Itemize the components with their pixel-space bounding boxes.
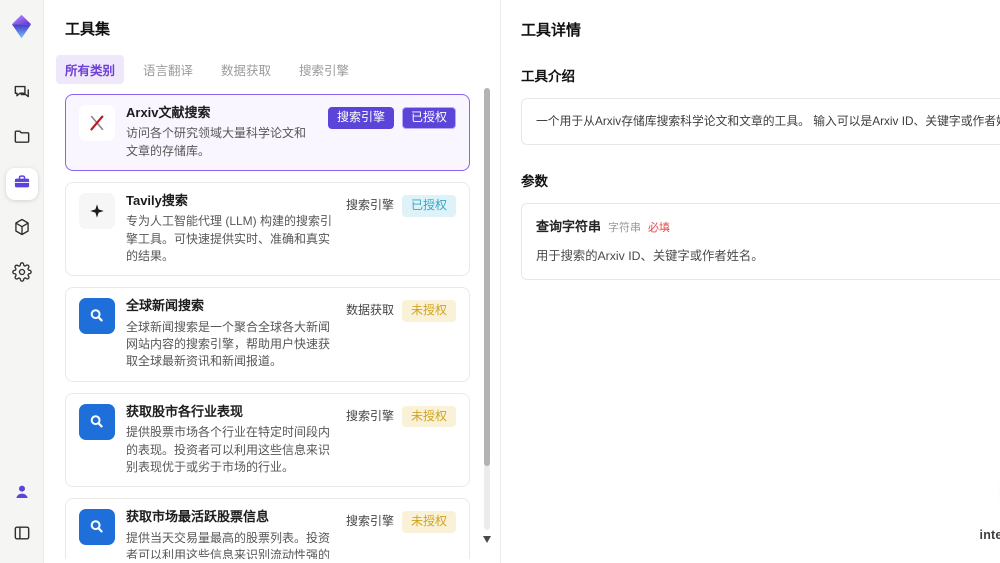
tools-panel: 工具集 所有类别 语言翻译 数据获取 搜索引擎 Arxiv文献搜索 访问各个研究… xyxy=(44,0,500,563)
sidebar-item-user[interactable] xyxy=(6,478,38,510)
param-type: 字符串 xyxy=(608,221,642,234)
params-heading: 参数 xyxy=(521,173,548,189)
tool-card[interactable]: Tavily搜索 专为人工智能代理 (LLM) 构建的搜索引擎工具。可快速提供实… xyxy=(65,182,470,277)
category-tabs: 所有类别 语言翻译 数据获取 搜索引擎 xyxy=(56,55,478,84)
tab-all-categories[interactable]: 所有类别 xyxy=(56,55,125,84)
tool-description: 全球新闻搜索是一个聚合全球各大新闻网站内容的搜索引擎，帮助用户快速获取全球最新资… xyxy=(126,319,331,369)
tab-data-acquisition[interactable]: 数据获取 xyxy=(212,55,280,84)
tool-badges: 搜索引擎 未授权 xyxy=(346,509,456,559)
tool-description: 提供当天交易量最高的股票列表。投资者可以利用这些信息来识别流动性强的股票和潜在的… xyxy=(126,530,331,559)
page-title: 工具集 xyxy=(65,21,111,38)
news-search-icon xyxy=(79,403,115,440)
tool-card[interactable]: Arxiv文献搜索 访问各个研究领域大量科学论文和文章的存储库。 搜索引擎 已授… xyxy=(65,94,470,172)
sidebar-item-collapse[interactable] xyxy=(6,519,38,551)
auth-status-badge: 未授权 xyxy=(401,511,456,533)
sidebar-item-packages[interactable] xyxy=(6,213,38,245)
tool-badges: 搜索引擎 已授权 xyxy=(346,193,456,265)
news-search-icon xyxy=(79,509,115,546)
auth-status-badge: 未授权 xyxy=(401,405,456,428)
tool-name: Arxiv文献搜索 xyxy=(126,105,211,120)
category-badge: 数据获取 xyxy=(345,303,394,318)
param-box: 查询字符串 字符串 必填 用于搜索的Arxiv ID、关键字或作者姓名。 xyxy=(521,202,1000,281)
sidebar-nav xyxy=(5,78,38,290)
tab-search-engine[interactable]: 搜索引擎 xyxy=(290,55,358,84)
briefcase-icon xyxy=(12,172,32,197)
sidebar-item-files[interactable] xyxy=(6,123,38,155)
sidebar xyxy=(0,0,44,563)
details-title: 工具详情 xyxy=(521,22,582,39)
tool-name: 获取股市各行业表现 xyxy=(126,403,244,419)
tool-card[interactable]: 获取股市各行业表现 提供股票市场各个行业在特定时间段内的表现。投资者可以利用这些… xyxy=(65,392,470,488)
app-window: 工具集 所有类别 语言翻译 数据获取 搜索引擎 Arxiv文献搜索 访问各个研究… xyxy=(0,0,1000,563)
app-logo-icon xyxy=(8,13,35,40)
tool-name: Tavily搜索 xyxy=(126,193,188,209)
sidebar-item-tools[interactable] xyxy=(5,168,38,200)
gear-icon xyxy=(11,261,32,287)
category-badge: 搜索引擎 xyxy=(345,198,394,213)
package-icon xyxy=(12,217,32,242)
sidebar-item-settings[interactable] xyxy=(6,258,38,290)
intro-heading: 工具介绍 xyxy=(521,69,575,84)
auth-status-badge: 已授权 xyxy=(401,107,456,129)
tab-language-translation[interactable]: 语言翻译 xyxy=(134,55,202,84)
param-description: 用于搜索的Arxiv ID、关键字或作者姓名。 xyxy=(536,248,764,263)
scrollbar-thumb[interactable] xyxy=(484,88,490,466)
intel-core-logo: intelcore xyxy=(980,528,1000,552)
category-badge: 搜索引擎 xyxy=(327,107,394,129)
tool-info: 全球新闻搜索 全球新闻搜索是一个聚合全球各大新闻网站内容的搜索引擎，帮助用户快速… xyxy=(126,298,335,370)
param-name: 查询字符串 xyxy=(536,218,602,234)
tool-info: Arxiv文献搜索 访问各个研究领域大量科学论文和文章的存储库。 xyxy=(126,105,317,160)
tool-list: Arxiv文献搜索 访问各个研究领域大量科学论文和文章的存储库。 搜索引擎 已授… xyxy=(65,94,478,559)
tool-badges: 数据获取 未授权 xyxy=(346,298,456,370)
category-badge: 搜索引擎 xyxy=(345,514,394,529)
tool-description: 专为人工智能代理 (LLM) 构建的搜索引擎工具。可快速提供实时、准确和真实的结… xyxy=(126,214,333,264)
news-search-icon xyxy=(79,298,115,335)
tool-info: 获取市场最活跃股票信息 提供当天交易量最高的股票列表。投资者可以利用这些信息来识… xyxy=(126,509,335,559)
param-required-flag: 必填 xyxy=(648,221,671,234)
intro-text: 一个用于从Arxiv存储库搜索科学论文和文章的工具。 输入可以是Arxiv ID… xyxy=(536,114,1000,128)
tool-card[interactable]: 获取市场最活跃股票信息 提供当天交易量最高的股票列表。投资者可以利用这些信息来识… xyxy=(65,498,470,559)
brand-intel-text: intel xyxy=(979,527,1000,542)
intro-box: 一个用于从Arxiv存储库搜索科学论文和文章的工具。 输入可以是Arxiv ID… xyxy=(521,98,1000,145)
category-badge: 搜索引擎 xyxy=(345,408,394,423)
tool-badges: 搜索引擎 已授权 xyxy=(327,105,456,160)
auth-status-badge: 已授权 xyxy=(401,195,456,217)
panel-toggle-icon xyxy=(12,523,32,548)
folder-icon xyxy=(12,127,32,152)
sidebar-bottom xyxy=(6,478,38,551)
scroll-down-arrow-icon[interactable] xyxy=(483,536,491,543)
user-icon xyxy=(12,482,32,507)
param-header: 查询字符串 字符串 必填 xyxy=(536,217,1000,238)
tool-description: 访问各个研究领域大量科学论文和文章的存储库。 xyxy=(126,126,307,158)
tool-info: Tavily搜索 专为人工智能代理 (LLM) 构建的搜索引擎工具。可快速提供实… xyxy=(126,193,335,265)
list-scrollbar[interactable] xyxy=(484,88,490,530)
tool-details-panel: 工具详情 工具介绍 一个用于从Arxiv存储库搜索科学论文和文章的工具。 输入可… xyxy=(500,0,1000,563)
tool-badges: 搜索引擎 未授权 xyxy=(346,404,456,476)
sidebar-item-chat[interactable] xyxy=(6,78,38,110)
tool-info: 获取股市各行业表现 提供股票市场各个行业在特定时间段内的表现。投资者可以利用这些… xyxy=(126,404,335,476)
tool-description: 提供股票市场各个行业在特定时间段内的表现。投资者可以利用这些信息来识别表现优于或… xyxy=(126,425,331,474)
tool-name: 获取市场最活跃股票信息 xyxy=(126,509,270,525)
tool-name: 全球新闻搜索 xyxy=(126,298,205,314)
tool-card[interactable]: 全球新闻搜索 全球新闻搜索是一个聚合全球各大新闻网站内容的搜索引擎，帮助用户快速… xyxy=(65,287,470,382)
arxiv-logo-icon xyxy=(79,105,115,141)
tavily-star-icon xyxy=(79,193,115,230)
chat-icon xyxy=(12,82,32,107)
auth-status-badge: 未授权 xyxy=(401,300,456,323)
